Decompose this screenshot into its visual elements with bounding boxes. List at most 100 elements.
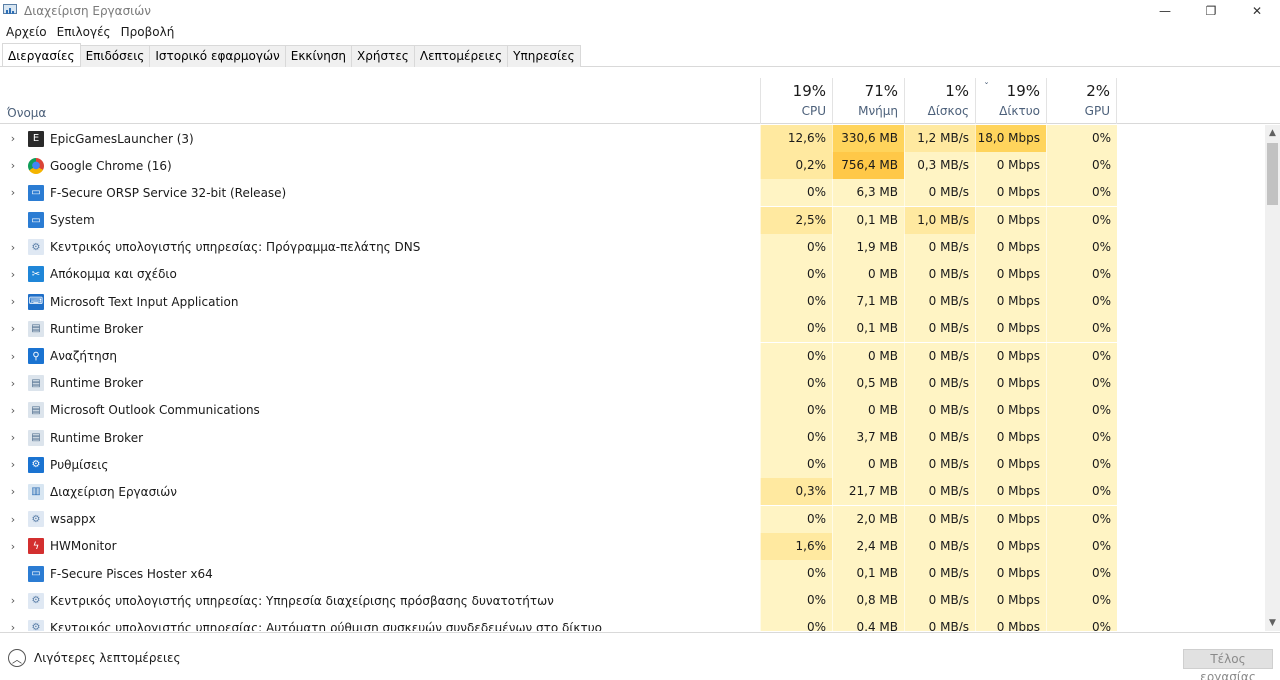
process-net-value: 0 Mbps	[975, 451, 1046, 479]
process-name: EpicGamesLauncher (3)	[50, 131, 194, 146]
tab-services[interactable]: Υπηρεσίες	[507, 45, 581, 67]
process-name-cell[interactable]: › ▤ Microsoft Outlook Communications	[0, 397, 760, 424]
tab-processes[interactable]: Διεργασίες	[2, 43, 81, 66]
column-name-header[interactable]: Όνομα	[7, 106, 46, 120]
chevron-right-icon[interactable]: ›	[7, 322, 19, 335]
chevron-right-icon[interactable]: ›	[7, 159, 19, 172]
process-row[interactable]: ▭ F-Secure Pisces Hoster x64 0% 0,1 MB 0 MB/…	[0, 560, 1265, 587]
process-row[interactable]: › ⚙ Ρυθμίσεις 0% 0 MB 0 MB/s 0 Mbps 0%	[0, 451, 1265, 479]
process-row[interactable]: › ⚲ Αναζήτηση 0% 0 MB 0 MB/s 0 Mbps 0%	[0, 342, 1265, 370]
process-row[interactable]: › ▤ Runtime Broker 0% 3,7 MB 0 MB/s 0 Mbps 0%	[0, 424, 1265, 452]
process-disk-value: 0 MB/s	[904, 288, 975, 316]
process-name-cell[interactable]: › E EpicGamesLauncher (3)	[0, 125, 760, 152]
process-disk-value: 0 MB/s	[904, 505, 975, 533]
tab-startup[interactable]: Εκκίνηση	[284, 45, 353, 67]
chevron-right-icon[interactable]: ›	[7, 241, 19, 254]
process-row[interactable]: › ▤ Runtime Broker 0% 0,1 MB 0 MB/s 0 Mbps 0%	[0, 315, 1265, 343]
chevron-right-icon[interactable]: ›	[7, 431, 19, 444]
vertical-scrollbar[interactable]: ▲ ▼	[1265, 125, 1280, 631]
process-name-cell[interactable]: › ϟ HWMonitor	[0, 533, 760, 560]
process-cpu-value: 0%	[760, 560, 832, 587]
chevron-right-icon[interactable]: ›	[7, 404, 19, 417]
chevron-right-icon[interactable]: ›	[7, 377, 19, 390]
tab-users[interactable]: Χρήστες	[351, 45, 415, 67]
menu-options[interactable]: Επιλογές	[52, 23, 116, 41]
process-row[interactable]: › ⚙ Κεντρικός υπολογιστής υπηρεσίας: Πρόγρ…	[0, 233, 1265, 261]
column-gpu-header[interactable]: 2% GPU	[1046, 78, 1117, 124]
process-name-cell[interactable]: › ● Google Chrome (16)	[0, 152, 760, 179]
close-button[interactable]: ✕	[1234, 0, 1280, 22]
process-net-value: 0 Mbps	[975, 587, 1046, 615]
scrollbar-thumb[interactable]	[1267, 143, 1278, 205]
process-row[interactable]: › ▤ Microsoft Outlook Communications 0% 0 MB…	[0, 396, 1265, 424]
chevron-right-icon[interactable]: ›	[7, 594, 19, 607]
process-row[interactable]: ▭ System 2,5% 0,1 MB 1,0 MB/s 0 Mbps 0%	[0, 206, 1265, 234]
chevron-right-icon[interactable]: ›	[7, 485, 19, 498]
process-gpu-value: 0%	[1046, 451, 1117, 479]
menu-view[interactable]: Προβολή	[116, 23, 180, 41]
process-row[interactable]: › ✂ Απόκομμα και σχέδιο 0% 0 MB 0 MB/s 0 Mbps 0…	[0, 260, 1265, 288]
column-memory-header[interactable]: 71% Μνήμη	[832, 78, 904, 124]
process-name: Κεντρικός υπολογιστής υπηρεσίας: Αυτόματ…	[50, 620, 603, 631]
restore-button[interactable]: ❐	[1188, 0, 1234, 22]
chevron-right-icon[interactable]: ›	[7, 540, 19, 553]
footer: ︿ Λιγότερες λεπτομέρειες Τέλος εργασίας	[0, 632, 1280, 680]
tab-details[interactable]: Λεπτομέρειες	[413, 45, 509, 67]
process-row[interactable]: › E EpicGamesLauncher (3) 12,6% 330,6 MB 1,2 …	[0, 125, 1265, 152]
process-name-cell[interactable]: › ▥ Διαχείριση Εργασιών	[0, 478, 760, 505]
tab-performance[interactable]: Επιδόσεις	[79, 45, 151, 67]
process-row[interactable]: › ▭ F-Secure ORSP Service 32-bit (Release)…	[0, 179, 1265, 207]
process-row[interactable]: › ● Google Chrome (16) 0,2% 756,4 MB 0,3 MB/s…	[0, 152, 1265, 180]
scroll-down-icon[interactable]: ▼	[1265, 615, 1280, 631]
end-task-button[interactable]: Τέλος εργασίας	[1183, 649, 1273, 680]
process-name-cell[interactable]: › ▭ F-Secure ORSP Service 32-bit (Release)	[0, 179, 760, 206]
process-name-cell[interactable]: › ▤ Runtime Broker	[0, 315, 760, 342]
process-name-cell[interactable]: › ✂ Απόκομμα και σχέδιο	[0, 261, 760, 288]
process-row[interactable]: › ▤ Runtime Broker 0% 0,5 MB 0 MB/s 0 Mbps 0%	[0, 369, 1265, 397]
chevron-right-icon[interactable]: ›	[7, 513, 19, 526]
process-name-cell[interactable]: › ⚙ Κεντρικός υπολογιστής υπηρεσίας: Αυτόμ…	[0, 614, 760, 631]
memory-column-label: Μνήμη	[858, 104, 898, 118]
process-name-cell[interactable]: › ⚙ Κεντρικός υπολογιστής υπηρεσίας: Υπηρε…	[0, 587, 760, 614]
process-mem-value: 0,1 MB	[832, 206, 904, 234]
chevron-right-icon[interactable]: ›	[7, 295, 19, 308]
process-mem-value: 756,4 MB	[832, 152, 904, 180]
process-cpu-value: 0%	[760, 505, 832, 533]
process-name: Google Chrome (16)	[50, 158, 172, 173]
fewer-details-button[interactable]: ︿ Λιγότερες λεπτομέρειες	[8, 649, 181, 667]
column-network-header[interactable]: ˇ 19% Δίκτυο	[975, 78, 1046, 124]
menu-file[interactable]: Αρχείο	[0, 23, 52, 41]
column-cpu-header[interactable]: 19% CPU	[760, 78, 832, 124]
process-gpu-value: 0%	[1046, 125, 1117, 152]
chevron-right-icon[interactable]: ›	[7, 458, 19, 471]
process-name-cell[interactable]: ▭ F-Secure Pisces Hoster x64	[0, 560, 760, 587]
process-name-cell[interactable]: › ⚙ wsappx	[0, 506, 760, 533]
process-name-cell[interactable]: › ▤ Runtime Broker	[0, 424, 760, 451]
minimize-button[interactable]: —	[1142, 0, 1188, 22]
process-name-cell[interactable]: › ⚲ Αναζήτηση	[0, 343, 760, 370]
column-disk-header[interactable]: 1% Δίσκος	[904, 78, 975, 124]
tab-app-history[interactable]: Ιστορικό εφαρμογών	[149, 45, 286, 67]
scroll-up-icon[interactable]: ▲	[1265, 125, 1280, 141]
process-row[interactable]: › ▥ Διαχείριση Εργασιών 0,3% 21,7 MB 0 MB/s 0 …	[0, 478, 1265, 506]
chevron-right-icon[interactable]: ›	[7, 132, 19, 145]
process-cpu-value: 1,6%	[760, 532, 832, 560]
process-name-cell[interactable]: › ▤ Runtime Broker	[0, 370, 760, 397]
process-net-value: 0 Mbps	[975, 369, 1046, 397]
chevron-right-icon[interactable]: ›	[7, 621, 19, 631]
process-row[interactable]: › ⚙ Κεντρικός υπολογιστής υπηρεσίας: Υπηρε…	[0, 587, 1265, 615]
process-row[interactable]: › ⚙ wsappx 0% 2,0 MB 0 MB/s 0 Mbps 0%	[0, 505, 1265, 533]
process-row[interactable]: › ⌨ Microsoft Text Input Application 0% 7,1 …	[0, 288, 1265, 316]
process-name-cell[interactable]: ▭ System	[0, 207, 760, 234]
gpu-total-percent: 2%	[1086, 82, 1110, 100]
process-name: System	[50, 213, 95, 228]
process-name-cell[interactable]: › ⚙ Κεντρικός υπολογιστής υπηρεσίας: Πρόγρ…	[0, 234, 760, 261]
chevron-right-icon[interactable]: ›	[7, 350, 19, 363]
process-name-cell[interactable]: › ⌨ Microsoft Text Input Application	[0, 288, 760, 315]
process-row[interactable]: › ϟ HWMonitor 1,6% 2,4 MB 0 MB/s 0 Mbps 0%	[0, 532, 1265, 560]
process-row[interactable]: › ⚙ Κεντρικός υπολογιστής υπηρεσίας: Αυτόμ…	[0, 614, 1265, 631]
chevron-right-icon[interactable]: ›	[7, 268, 19, 281]
column-header: Όνομα 19% CPU 71% Μνήμη 1% Δίσκος ˇ 19% …	[0, 78, 1280, 124]
chevron-right-icon[interactable]: ›	[7, 186, 19, 199]
process-name-cell[interactable]: › ⚙ Ρυθμίσεις	[0, 451, 760, 478]
